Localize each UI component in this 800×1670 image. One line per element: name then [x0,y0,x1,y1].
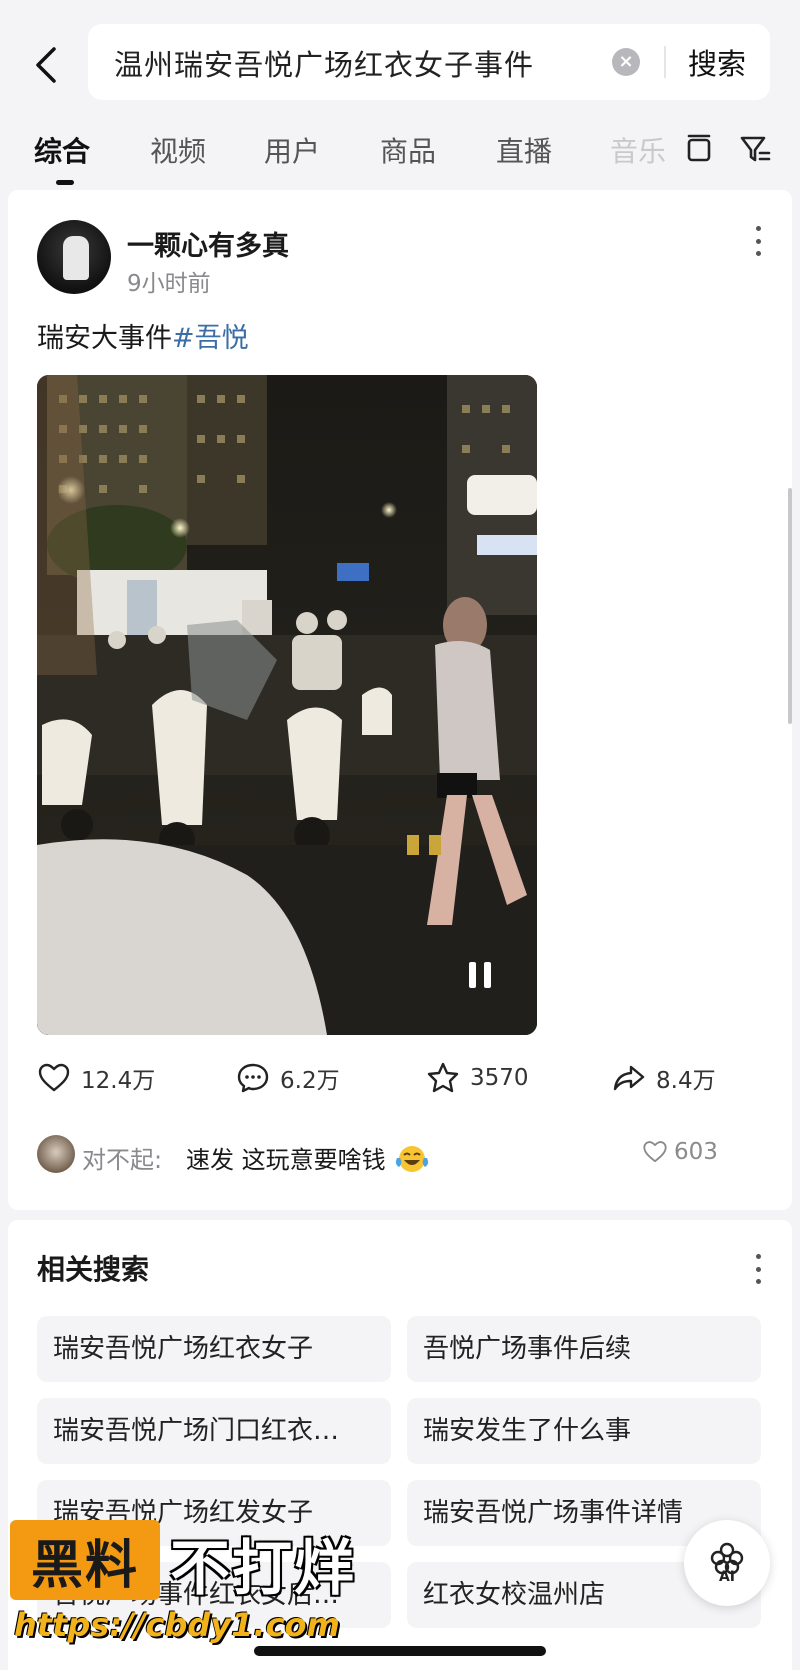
tab-users[interactable]: 用户 [264,130,320,170]
ai-label: AI [718,1569,736,1585]
tab-video[interactable]: 视频 [150,130,206,170]
watermark-url: https://cbdy1.com [14,1606,340,1644]
share-icon [613,1065,645,1091]
top-comment[interactable]: 对不起: 速发 这玩意要啥钱 603 [8,1135,792,1179]
layout-toggle-icon[interactable] [682,132,716,166]
clear-icon[interactable]: × [612,48,640,76]
home-indicator[interactable] [254,1646,546,1656]
hashtag-link[interactable]: #吾悦 [172,323,249,354]
comment-button[interactable]: 6.2万 [236,1060,340,1096]
star-icon [427,1062,459,1093]
comment-like-count: 603 [674,1139,718,1165]
caption-text: 瑞安大事件 [37,323,172,354]
active-tab-indicator [56,180,74,185]
related-item[interactable]: 瑞安吾悦广场门口红衣… [37,1398,391,1464]
more-options-icon[interactable] [752,1254,764,1284]
heart-icon [643,1141,667,1163]
back-button[interactable] [26,40,66,90]
video-player[interactable] [37,375,537,1035]
watermark-badge: 黑料 [10,1520,160,1600]
scrollbar[interactable] [788,488,792,724]
post-username[interactable]: 一颗心有多真 [127,224,289,263]
like-button[interactable]: 12.4万 [37,1060,155,1096]
divider [664,46,666,78]
search-button[interactable]: 搜索 [688,41,746,83]
related-title: 相关搜索 [37,1253,150,1286]
filter-icon[interactable] [738,132,772,166]
laughing-tears-emoji-icon [396,1146,429,1172]
post-timestamp: 9小时前 [127,271,211,297]
more-options-icon[interactable] [752,226,764,256]
search-box[interactable]: 温州瑞安吾悦广场红衣女子事件 × 搜索 [88,24,770,100]
comment-username[interactable]: 对不起: [82,1140,162,1175]
ai-assistant-button[interactable]: AI [684,1520,770,1606]
related-searches: 相关搜索 瑞安吾悦广场红衣女子 吾悦广场事件后续 瑞安吾悦广场门口红衣… 瑞安发… [8,1220,792,1670]
tab-live[interactable]: 直播 [496,130,552,170]
avatar[interactable] [37,220,111,294]
favorite-button[interactable]: 3570 [426,1060,529,1096]
heart-icon [38,1063,70,1092]
comment-icon [237,1063,269,1093]
tab-music[interactable]: 音乐 [610,130,666,170]
post-actions: 12.4万 6.2万 3570 8.4万 [8,1052,792,1102]
comment-like-button[interactable]: 603 [642,1139,718,1165]
video-frame [37,375,537,1035]
post-caption: 瑞安大事件#吾悦 [37,316,249,355]
favorite-count: 3570 [470,1065,529,1091]
search-header: 温州瑞安吾悦广场红衣女子事件 × 搜索 综合 视频 用户 商品 直播 音乐 [0,0,800,190]
related-item[interactable]: 瑞安吾悦广场红衣女子 [37,1316,391,1382]
comment-count: 6.2万 [280,1068,340,1094]
pause-icon[interactable] [467,960,493,990]
related-item[interactable]: 瑞安发生了什么事 [407,1398,761,1464]
comment-text: 速发 这玩意要啥钱 [186,1140,429,1175]
like-count: 12.4万 [81,1068,156,1094]
post-card[interactable]: 一颗心有多真 9小时前 瑞安大事件#吾悦 12.4万 6.2万 3570 8.4… [8,190,792,1210]
watermark-badge-text: 黑料 [30,1535,139,1596]
share-count: 8.4万 [656,1068,716,1094]
search-input[interactable]: 温州瑞安吾悦广场红衣女子事件 [114,42,534,84]
tab-goods[interactable]: 商品 [380,130,436,170]
comment-body: 速发 这玩意要啥钱 [186,1146,386,1174]
comment-avatar[interactable] [37,1135,75,1173]
category-tabs: 综合 视频 用户 商品 直播 音乐 [0,126,800,190]
tab-all[interactable]: 综合 [34,130,90,170]
related-item[interactable]: 吾悦广场事件后续 [407,1316,761,1382]
watermark-text: 不打烊 [170,1534,356,1604]
share-button[interactable]: 8.4万 [612,1060,716,1096]
back-arrow-icon [36,47,56,83]
